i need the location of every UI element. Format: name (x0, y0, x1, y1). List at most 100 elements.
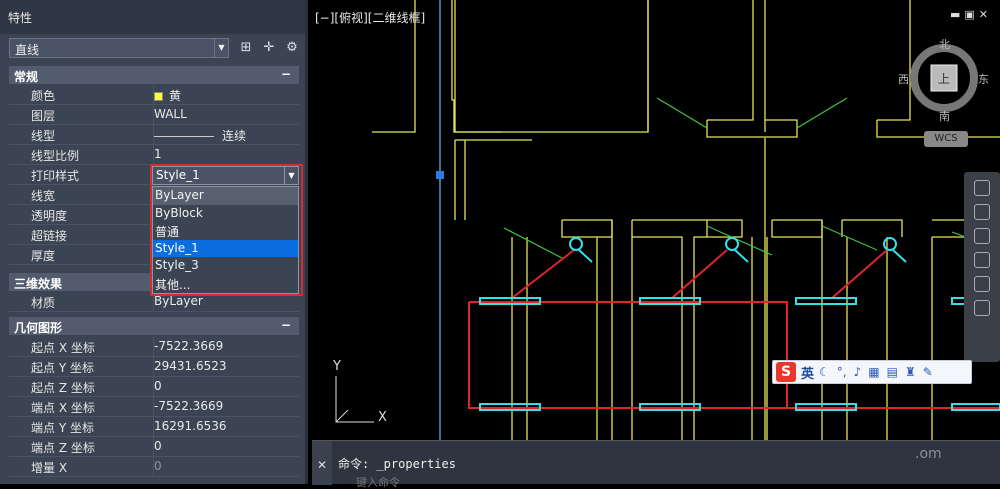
ucs-y-label: Y (333, 359, 341, 374)
compass-west[interactable]: 西 (898, 71, 909, 87)
ucs-icon (335, 376, 374, 423)
prop-row-delta-x: 增量 X 0 (9, 457, 299, 477)
prop-row-color[interactable]: 颜色 黄 (9, 85, 299, 105)
cube-face-top[interactable]: 上 (938, 70, 950, 87)
chevron-down-icon[interactable]: ▼ (214, 39, 228, 57)
pan-icon[interactable] (974, 204, 990, 220)
color-value: 黄 (169, 89, 182, 103)
keyboard-icon[interactable]: ▦ (868, 365, 879, 379)
linetype-preview (154, 136, 214, 137)
ucs-x-label: X (378, 410, 387, 425)
palette-scrollbar[interactable] (305, 0, 308, 484)
compass-south[interactable]: 南 (939, 108, 950, 124)
prop-row-end-z[interactable]: 端点 Z 坐标 0 (9, 437, 299, 457)
prop-label: 打印样式 (31, 169, 80, 183)
prop-value[interactable]: 29431.6523 (153, 357, 299, 376)
prop-value[interactable]: -7522.3669 (153, 337, 299, 356)
prop-label: 线型 (31, 129, 56, 143)
prop-label: 端点 X 坐标 (31, 401, 95, 415)
prop-label: 颜色 (31, 89, 56, 103)
door-lines (503, 97, 1000, 259)
orbit-icon[interactable] (974, 252, 990, 268)
compass-east[interactable]: 东 (978, 71, 989, 87)
prop-value-color[interactable]: 黄 (153, 85, 299, 104)
restore-icon[interactable]: ▣ (964, 8, 978, 21)
ime-toolbar[interactable]: S 英 ☾ °, ♪ ▦ ▤ ♜ ✎ (772, 360, 972, 384)
prop-value[interactable]: 0 (153, 437, 299, 456)
object-type-select[interactable]: 直线 ▼ (9, 38, 229, 58)
grip-handle (436, 171, 444, 179)
ime-mode[interactable]: 英 (801, 363, 814, 382)
command-line: ✕ 命令: _properties (312, 440, 1000, 489)
prop-label: 材质 (31, 296, 56, 310)
properties-palette: 特性 直线 ▼ ⊞ ✛ ⚙ 常规 − 颜色 黄 图层 WALL 线型 连续 线型… (0, 0, 308, 484)
prop-value-linetype-scale[interactable]: 1 (153, 145, 299, 164)
highlight-box (150, 164, 303, 296)
linetype-value: 连续 (222, 129, 247, 143)
wcs-menu[interactable]: WCS (924, 131, 968, 147)
prop-row-linetype[interactable]: 线型 连续 (9, 125, 299, 145)
showmotion-icon[interactable] (974, 276, 990, 292)
prop-value-layer[interactable]: WALL (153, 105, 299, 124)
section-geometry[interactable]: 几何图形 − (9, 317, 299, 335)
punctuation-icon[interactable]: °, (837, 365, 847, 379)
command-input[interactable] (356, 477, 656, 489)
command-input-row[interactable] (338, 475, 978, 489)
prop-row-layer[interactable]: 图层 WALL (9, 105, 299, 125)
viewport-label[interactable]: [−][俯视][二维线框] (315, 9, 425, 26)
prop-label: 端点 Y 坐标 (31, 421, 94, 435)
sogou-logo-icon[interactable]: S (776, 362, 796, 382)
prop-row-start-z[interactable]: 起点 Z 坐标 0 (9, 377, 299, 397)
zoom-icon[interactable] (974, 228, 990, 244)
collapse-icon[interactable]: − (281, 318, 291, 332)
prop-label: 图层 (31, 109, 56, 123)
toolbox-icon[interactable]: ▤ (887, 365, 898, 379)
prop-label: 超链接 (31, 229, 68, 243)
prop-label: 端点 Z 坐标 (31, 441, 95, 455)
command-history: 命令: _properties (338, 457, 456, 471)
watermark: .om (915, 446, 942, 462)
halfwidth-icon[interactable]: ☾ (819, 365, 830, 379)
prop-value-linetype[interactable]: 连续 (153, 125, 299, 144)
prop-row-start-x[interactable]: 起点 X 坐标 -7522.3669 (9, 337, 299, 357)
command-line-grip[interactable]: ✕ (312, 441, 332, 485)
window-controls[interactable]: ▬▣✕ (950, 8, 992, 21)
toggle-pickadd-icon[interactable]: ⊞ (238, 40, 254, 56)
window-fixtures (479, 237, 1000, 411)
collapse-icon[interactable]: − (281, 67, 291, 81)
prop-value[interactable]: -7522.3669 (153, 397, 299, 416)
prop-value[interactable]: 0 (153, 377, 299, 396)
navigation-bar[interactable] (964, 172, 1000, 362)
section-general-title: 常规 (14, 70, 39, 84)
minimize-icon[interactable]: ▬ (950, 8, 964, 21)
prop-row-end-y[interactable]: 端点 Y 坐标 16291.6536 (9, 417, 299, 437)
steering-wheel-icon[interactable] (974, 180, 990, 196)
prop-label: 线宽 (31, 189, 56, 203)
viewcube[interactable]: 北 南 东 西 上 (898, 36, 989, 123)
color-swatch-icon (154, 92, 163, 101)
palette-title: 特性 (0, 0, 308, 34)
prop-value[interactable]: 16291.6536 (153, 417, 299, 436)
prop-label: 起点 Y 坐标 (31, 361, 94, 375)
prop-row-start-y[interactable]: 起点 Y 坐标 29431.6523 (9, 357, 299, 377)
prop-label: 起点 X 坐标 (31, 341, 95, 355)
skin-icon[interactable]: ♜ (905, 365, 916, 379)
section-general[interactable]: 常规 − (9, 66, 299, 84)
select-objects-icon[interactable]: ✛ (261, 40, 277, 56)
settings-wrench-icon[interactable]: ✎ (923, 365, 933, 379)
prop-row-end-x[interactable]: 端点 X 坐标 -7522.3669 (9, 397, 299, 417)
close-icon[interactable]: ✕ (979, 8, 992, 21)
quick-select-icon[interactable]: ⚙ (284, 40, 300, 56)
prop-row-linetype-scale[interactable]: 线型比例 1 (9, 145, 299, 165)
microphone-icon[interactable]: ♪ (854, 365, 862, 379)
prop-label: 线型比例 (31, 149, 80, 163)
prop-label: 起点 Z 坐标 (31, 381, 95, 395)
nav-menu-icon[interactable] (974, 300, 990, 316)
compass-north[interactable]: 北 (939, 36, 950, 52)
object-type-value: 直线 (15, 43, 40, 57)
prop-value: 0 (153, 457, 299, 476)
section-geometry-title: 几何图形 (14, 321, 63, 335)
section-3d-title: 三维效果 (14, 277, 63, 291)
close-icon[interactable]: ✕ (317, 458, 327, 472)
prop-label: 透明度 (31, 209, 68, 223)
